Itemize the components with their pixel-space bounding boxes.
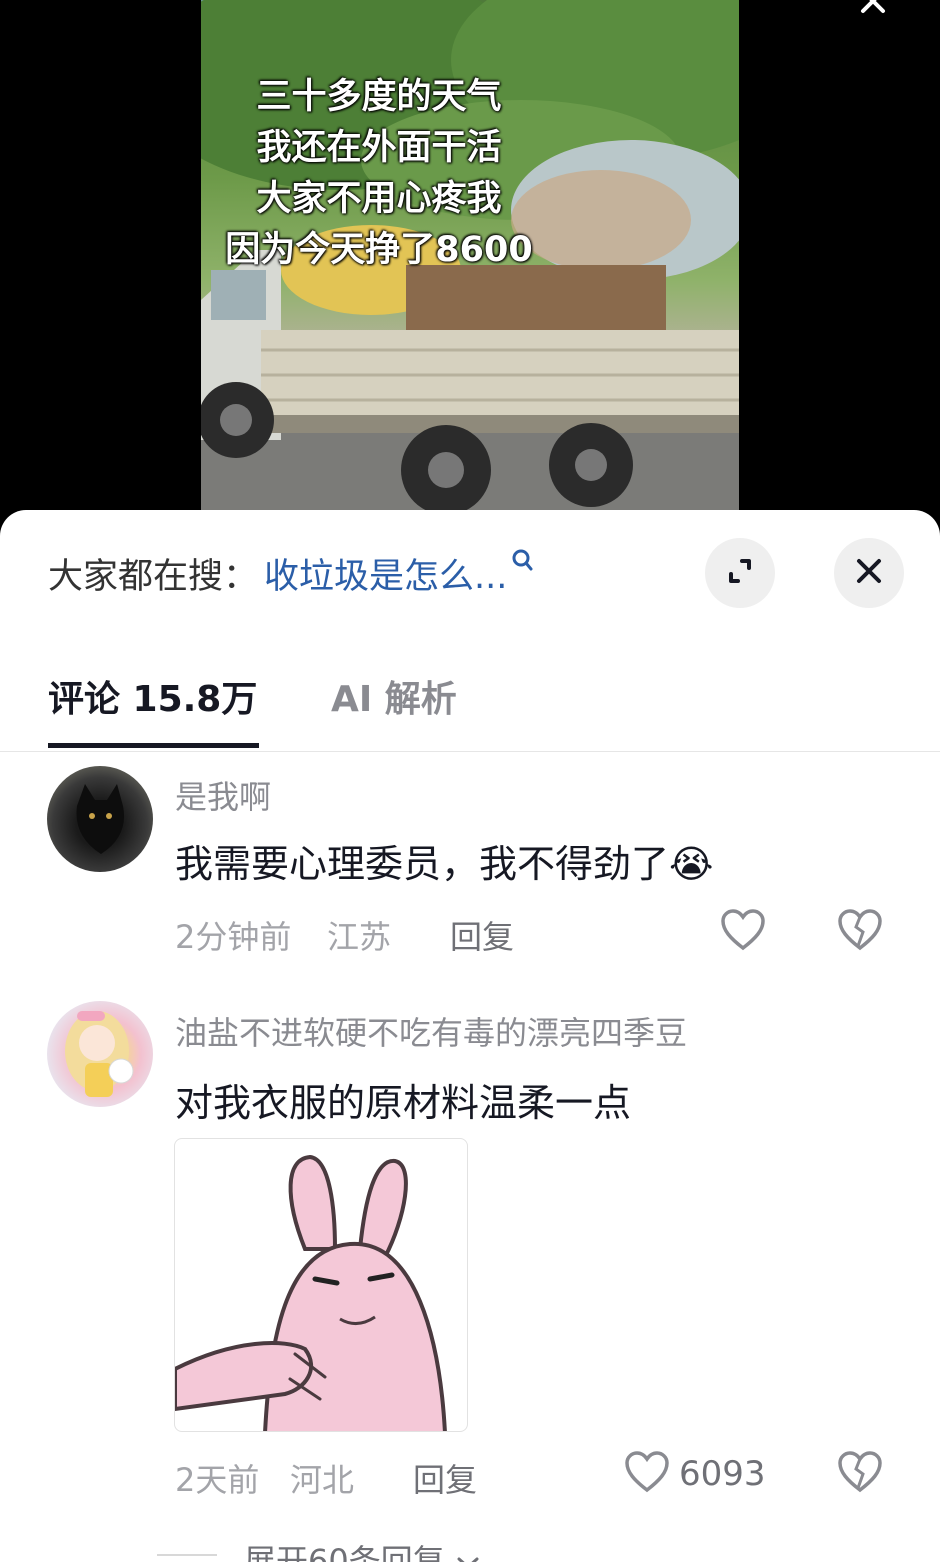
search-suggestion[interactable]: 大家都在搜： 收垃圾是怎么... [48,548,533,598]
search-icon[interactable] [511,548,533,578]
video-frame[interactable]: 三十多度的天气 我还在外面干活 大家不用心疼我 因为今天挣了8600 [201,0,739,510]
heart-icon[interactable] [624,1450,670,1498]
caption-line: 三十多度的天气 [256,77,502,117]
chevron-down-icon [455,1542,481,1562]
comment-time: 2分钟前 [175,918,292,956]
expand-icon [723,554,757,592]
comment-tabs: 评论 15.8万 AI 解析 [0,660,940,752]
comment-location: 河北 [290,1461,355,1499]
video-caption: 三十多度的天气 我还在外面干活 大家不用心疼我 因为今天挣了8600 [219,72,539,276]
comment-username[interactable]: 油盐不进软硬不吃有毒的漂亮四季豆 [175,1008,687,1054]
rabbit-sticker-image[interactable] [174,1138,468,1432]
reply-button[interactable]: 回复 [413,1455,477,1501]
reply-button[interactable]: 回复 [450,912,514,958]
expand-button[interactable] [705,538,775,608]
caption-line: 大家不用心疼我 [256,179,502,219]
heart-icon[interactable] [720,908,766,956]
tab-ai-analysis[interactable]: AI 解析 [331,670,457,722]
video-close-icon[interactable] [858,0,888,16]
expand-replies-label: 展开60条回复 [244,1542,445,1562]
comment-username[interactable]: 是我啊 [175,772,271,818]
close-icon [855,557,883,589]
anime-girl-avatar-image [65,1011,134,1097]
video-player[interactable]: 三十多度的天气 我还在外面干活 大家不用心疼我 因为今天挣了8600 [0,0,940,540]
broken-heart-icon[interactable] [837,1450,883,1498]
avatar[interactable] [47,1001,153,1107]
divider [157,1554,217,1556]
cat-avatar-image [76,784,125,854]
search-suggestion-query[interactable]: 收垃圾是怎么... [264,548,507,599]
comment-location: 江苏 [327,918,392,956]
close-button[interactable] [834,538,904,608]
comment-text: 我需要心理委员，我不得劲了😭 [175,842,714,886]
search-suggestion-prefix: 大家都在搜： [48,556,259,597]
caption-line: 因为今天挣了8600 [225,230,533,270]
comment-time: 2天前 [175,1461,260,1499]
comment-text: 对我衣服的原材料温柔一点 [175,1081,632,1125]
comment-sheet: 大家都在搜： 收垃圾是怎么... 评论 15.8万 AI 解析 是我啊 我需要心… [0,510,940,1562]
avatar[interactable] [47,766,153,872]
caption-line: 我还在外面干活 [256,128,502,168]
like-count: 6093 [679,1454,766,1494]
expand-replies-button[interactable]: 展开60条回复 [244,1536,481,1562]
tab-active-indicator [48,743,259,748]
broken-heart-icon[interactable] [837,908,883,956]
tab-comments[interactable]: 评论 15.8万 [48,670,257,722]
